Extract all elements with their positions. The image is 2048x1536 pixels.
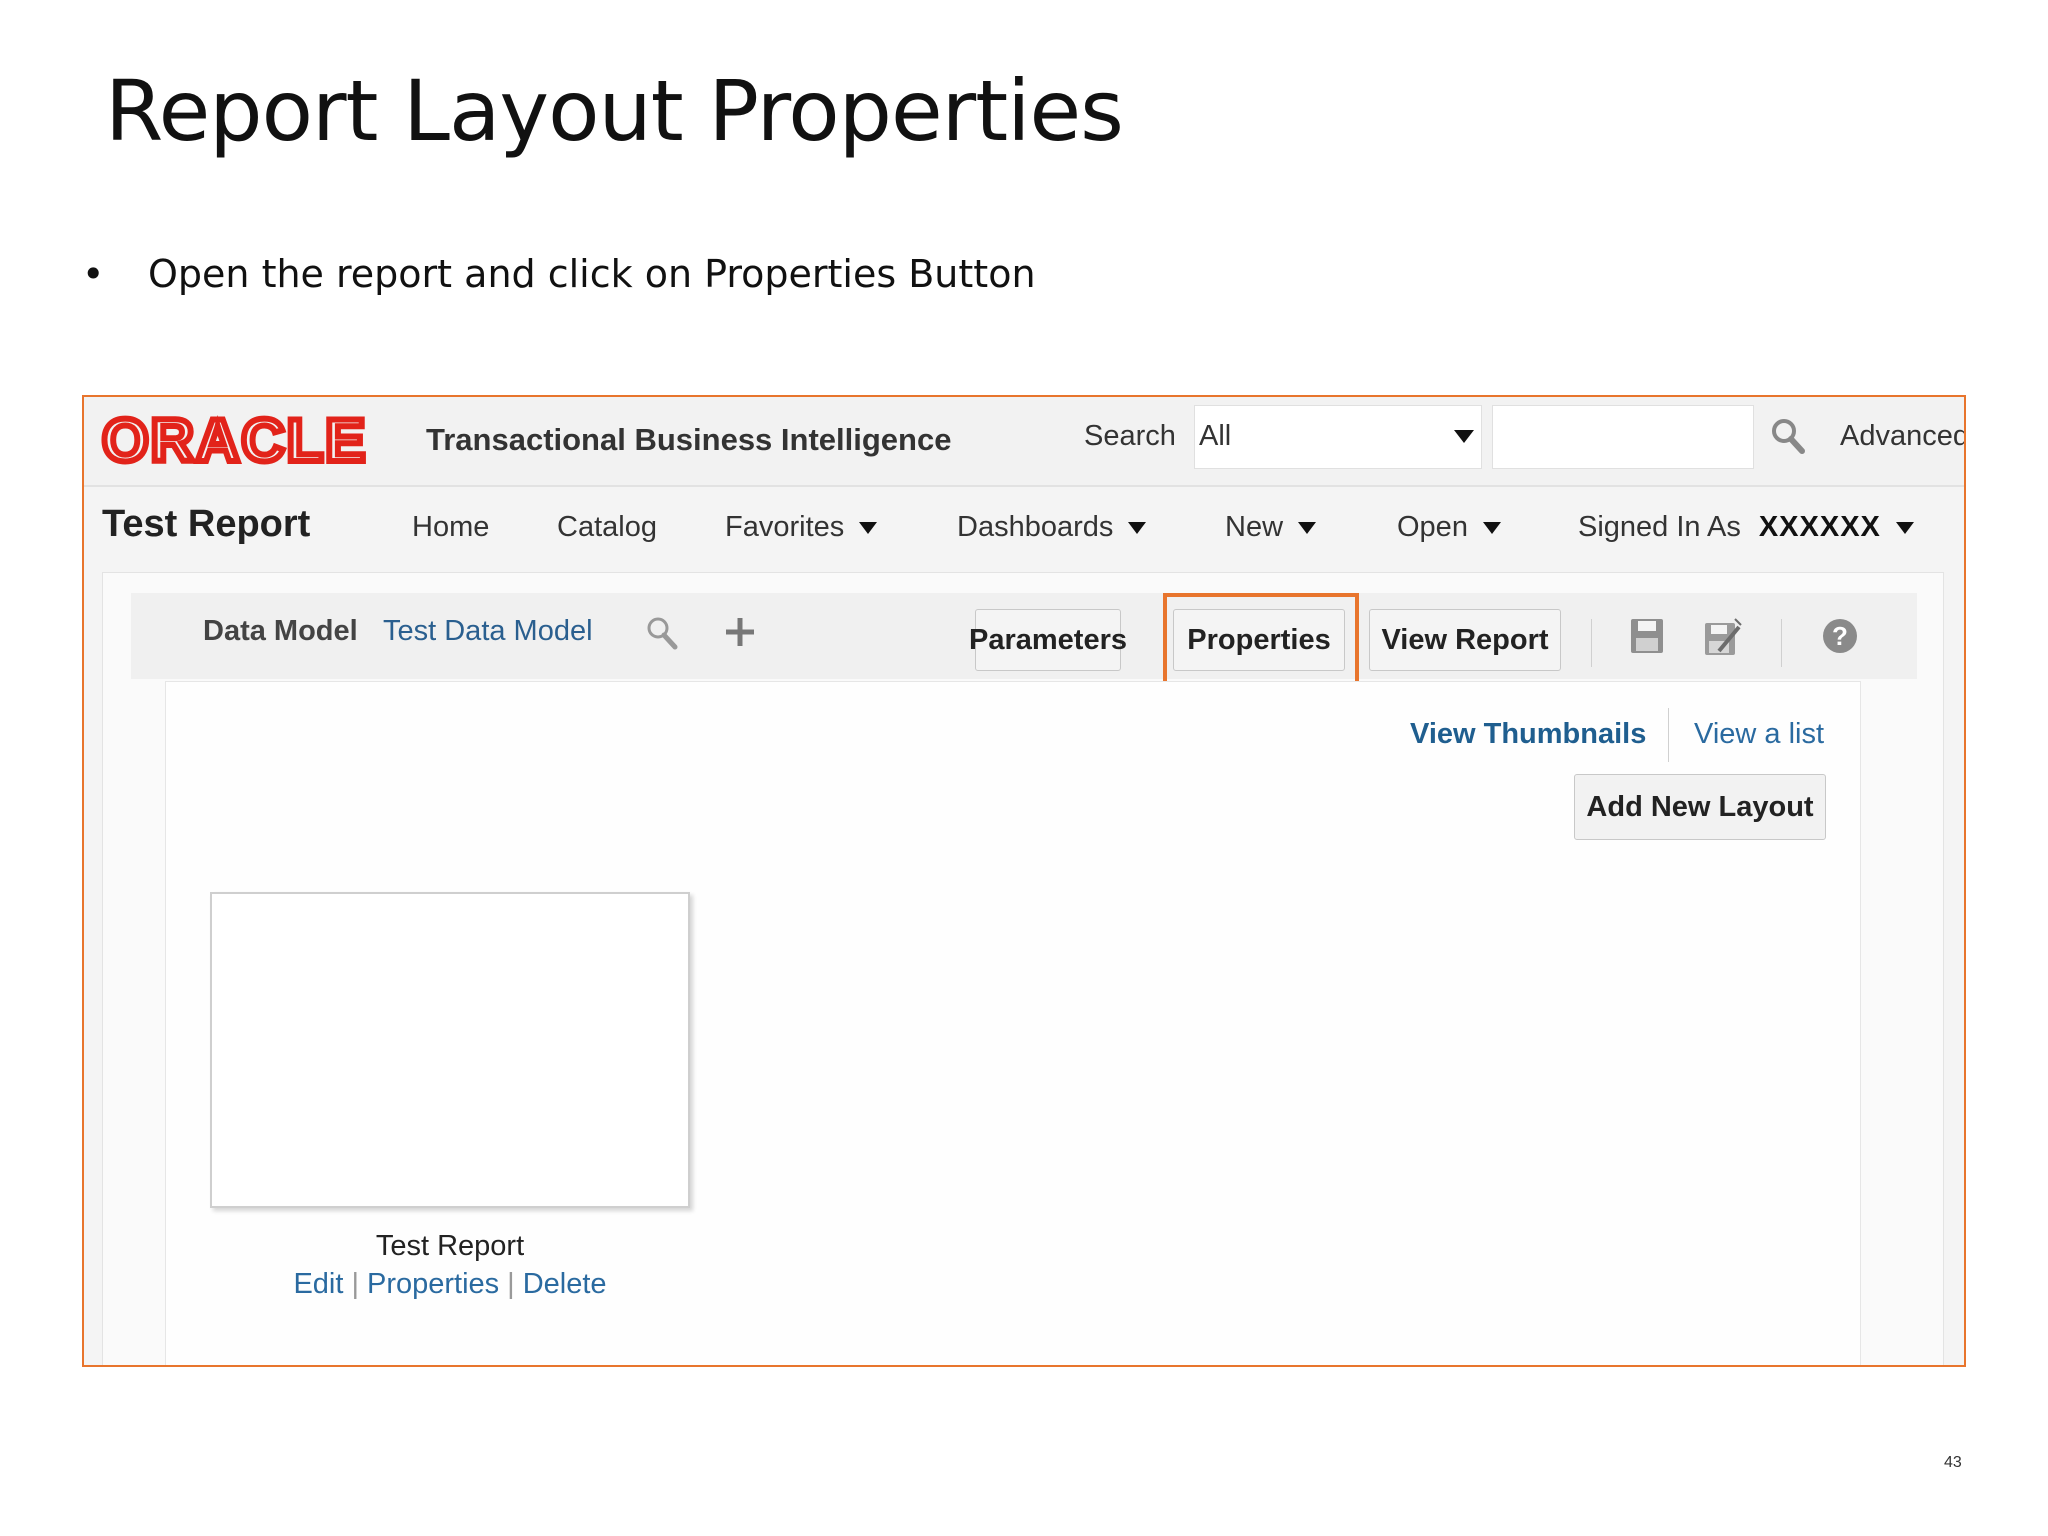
- save-as-icon[interactable]: [1703, 617, 1743, 657]
- layout-edit-link[interactable]: Edit: [293, 1268, 343, 1300]
- layouts-panel: View Thumbnails View a list Add New Layo…: [165, 681, 1861, 1365]
- editor-toolbar: Data Model Test Data Model Parameters Pr…: [131, 593, 1917, 689]
- view-separator: [1668, 708, 1669, 762]
- signed-in-label: Signed In As: [1578, 511, 1741, 543]
- save-icon[interactable]: [1629, 617, 1665, 655]
- layout-properties-link[interactable]: Properties: [367, 1268, 499, 1300]
- view-report-button[interactable]: View Report: [1369, 609, 1561, 671]
- data-model-link[interactable]: Test Data Model: [383, 615, 593, 648]
- oracle-logo: ORACLE: [100, 411, 368, 471]
- advanced-search-link[interactable]: Advanced: [1840, 420, 1964, 453]
- toolbar-separator: [1781, 619, 1782, 667]
- layout-delete-link[interactable]: Delete: [523, 1268, 607, 1300]
- nav-favorites[interactable]: Favorites: [725, 511, 878, 544]
- nav-new-label: New: [1225, 511, 1284, 543]
- nav-catalog[interactable]: Catalog: [557, 511, 657, 544]
- svg-text:?: ?: [1832, 621, 1848, 651]
- caret-down-icon: [1895, 522, 1914, 535]
- nav-dashboards-label: Dashboards: [957, 511, 1114, 543]
- product-name: Transactional Business Intelligence: [426, 422, 952, 457]
- nav-signed-in[interactable]: Signed In As XXXXXX: [1578, 511, 1915, 544]
- slide-title: Report Layout Properties: [105, 62, 1124, 160]
- report-navbar: Test Report Home Catalog Favorites Dashb…: [84, 487, 1964, 567]
- nav-open[interactable]: Open: [1397, 511, 1502, 544]
- nav-home[interactable]: Home: [412, 511, 489, 544]
- caret-down-icon: [1454, 430, 1474, 443]
- report-title: Test Report: [102, 503, 311, 545]
- plus-icon[interactable]: [723, 615, 757, 649]
- svg-text:ORACLE: ORACLE: [102, 411, 367, 471]
- search-label: Search: [1084, 420, 1176, 452]
- layout-name: Test Report: [375, 1230, 525, 1262]
- search-icon[interactable]: [1770, 417, 1806, 457]
- screenshot-frame: ORACLE Transactional Business Intelligen…: [82, 395, 1966, 1367]
- nav-favorites-label: Favorites: [725, 511, 845, 543]
- layout-thumbnail[interactable]: [210, 892, 690, 1208]
- add-new-layout-button[interactable]: Add New Layout: [1574, 774, 1826, 840]
- slide-number: 43: [1944, 1454, 1962, 1471]
- parameters-button[interactable]: Parameters: [969, 609, 1127, 671]
- data-model-label: Data Model: [203, 615, 358, 647]
- search-scope-value: All: [1199, 420, 1232, 452]
- toolbar-separator: [1591, 619, 1592, 667]
- nav-dashboards[interactable]: Dashboards: [957, 511, 1147, 544]
- nav-home-label: Home: [412, 511, 490, 543]
- report-editor: Data Model Test Data Model Parameters Pr…: [102, 572, 1944, 1365]
- bullet-dot: •: [82, 252, 105, 296]
- action-separator: |: [507, 1268, 515, 1300]
- view-list-link[interactable]: View a list: [1694, 718, 1824, 751]
- action-separator: |: [351, 1268, 359, 1300]
- bullet-text: Open the report and click on Properties …: [148, 252, 1036, 296]
- nav-catalog-label: Catalog: [557, 511, 657, 543]
- caret-down-icon: [1298, 522, 1317, 535]
- search-icon[interactable]: [645, 615, 679, 653]
- help-icon[interactable]: ?: [1821, 617, 1859, 655]
- search-scope-select[interactable]: All: [1194, 405, 1482, 469]
- nav-open-label: Open: [1397, 511, 1468, 543]
- caret-down-icon: [859, 522, 878, 535]
- search-input[interactable]: [1492, 405, 1754, 469]
- caret-down-icon: [1482, 522, 1501, 535]
- properties-button[interactable]: Properties: [1173, 609, 1345, 671]
- caret-down-icon: [1128, 522, 1147, 535]
- layout-actions: Edit | Properties | Delete: [210, 1268, 690, 1301]
- nav-new[interactable]: New: [1225, 511, 1317, 544]
- view-thumbnails-link[interactable]: View Thumbnails: [1410, 718, 1646, 751]
- global-header: ORACLE Transactional Business Intelligen…: [84, 397, 1964, 487]
- signed-in-user: XXXXXX: [1758, 511, 1881, 543]
